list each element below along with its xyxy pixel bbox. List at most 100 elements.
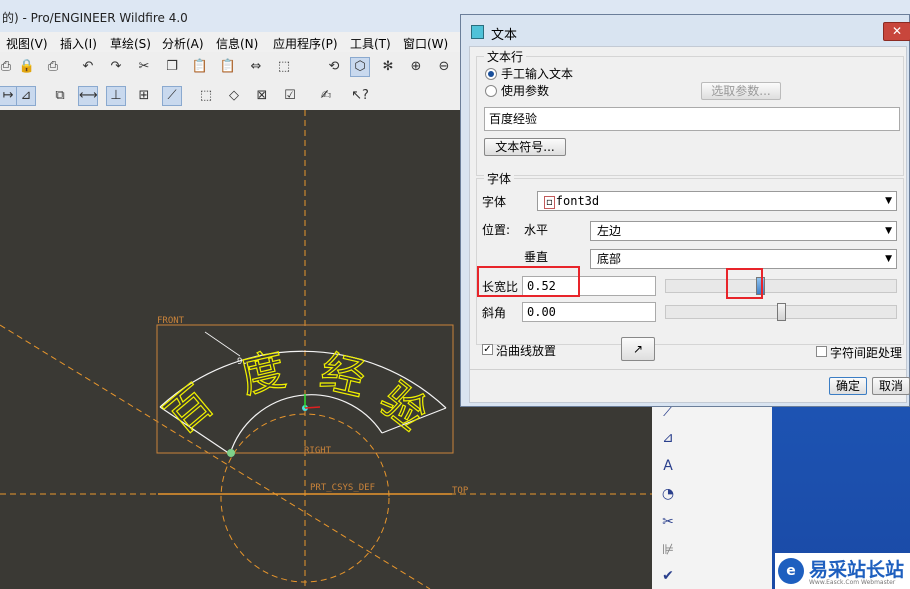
- cut-icon[interactable]: ✂: [134, 57, 154, 77]
- sketch-char-1: 百: [156, 376, 222, 443]
- text-symbol-button[interactable]: 文本符号...: [484, 138, 566, 156]
- horizontal-value: 左边: [597, 224, 622, 238]
- chevron-down-icon: ▼: [885, 254, 892, 264]
- button-divider: [470, 369, 906, 370]
- cancel-button[interactable]: 取消: [872, 377, 910, 395]
- char-spacing-label: 字符间距处理: [830, 346, 903, 360]
- menu-applications[interactable]: 应用程序(P): [273, 35, 338, 52]
- display-grid-icon[interactable]: ⧉: [50, 86, 70, 106]
- datum-display-icon[interactable]: ⬡: [350, 57, 370, 77]
- manual-label: 手工输入文本: [501, 67, 574, 81]
- zoom-out-icon[interactable]: ⊖: [434, 57, 454, 77]
- done-check-icon[interactable]: ✔: [657, 566, 679, 586]
- sketch-tool-column: ⟋ ⊿ A ◔ ✂ ⊯ ✔: [652, 400, 772, 589]
- dimension-line: [204, 331, 241, 357]
- text-line-group-label: 文本行: [484, 48, 527, 65]
- sketch-char-3: 经: [316, 346, 370, 406]
- chevron-down-icon: ▼: [885, 226, 892, 236]
- vertical-value: 底部: [597, 252, 622, 266]
- shade-closed-icon[interactable]: ◇: [224, 86, 244, 106]
- menu-analysis[interactable]: 分析(A): [162, 35, 204, 52]
- position-label: 位置:: [482, 223, 511, 237]
- right-label: RIGHT: [304, 446, 332, 456]
- font-group-label: 字体: [484, 170, 515, 187]
- help-pointer-icon[interactable]: ↖?: [350, 86, 370, 106]
- front-label: FRONT: [157, 316, 185, 326]
- char-spacing-checkbox[interactable]: [816, 346, 827, 357]
- mirror-tool-icon[interactable]: ⊯: [657, 540, 679, 560]
- text-input[interactable]: 百度经验: [484, 107, 900, 131]
- vertical-select[interactable]: 底部 ▼: [590, 249, 897, 269]
- text-icon[interactable]: A: [657, 456, 679, 476]
- app-title: 的) - Pro/ENGINEER Wildfire 4.0: [2, 11, 188, 25]
- font-label: 字体: [482, 195, 507, 209]
- menu-info[interactable]: 信息(N): [216, 35, 258, 52]
- flip-arrow-icon: ↗: [632, 342, 644, 356]
- vertex-icon[interactable]: ⊥: [106, 86, 126, 106]
- csys-x-axis: [304, 406, 321, 409]
- zoom-in-icon[interactable]: ⊕: [406, 57, 426, 77]
- menu-tools[interactable]: 工具(T): [350, 35, 391, 52]
- highlight-open-icon[interactable]: ⬚: [196, 86, 216, 106]
- font-select[interactable]: ▫ font3d ▼: [537, 191, 897, 211]
- overlap-icon[interactable]: ⊠: [252, 86, 272, 106]
- horizontal-label: 水平: [524, 223, 549, 237]
- print-icon[interactable]: ⎙: [0, 57, 16, 77]
- menu-view[interactable]: 视图(V): [6, 35, 48, 52]
- site-logo-icon: e: [778, 558, 804, 584]
- aspect-highlight-box: [477, 266, 580, 297]
- lock-icon[interactable]: 🔒: [17, 57, 37, 77]
- slant-slider-thumb[interactable]: [776, 303, 786, 321]
- modify-icon[interactable]: ◔: [657, 484, 679, 504]
- slant-label: 斜角: [482, 306, 507, 320]
- text-offset-icon[interactable]: ⊿: [657, 428, 679, 448]
- along-curve-checkbox[interactable]: ✓: [482, 344, 493, 355]
- dialog-body: 文本行 手工输入文本 使用参数 选取参数... 百度经验 文本符号... 字体 …: [469, 46, 910, 403]
- along-curve-label: 沿曲线放置: [496, 344, 557, 358]
- mirror-icon[interactable]: ⇔: [246, 57, 266, 77]
- ok-button[interactable]: 确定: [829, 377, 867, 395]
- aspect-slider[interactable]: [665, 279, 897, 293]
- start-point: [227, 449, 235, 457]
- trim-icon[interactable]: ✂: [657, 512, 679, 532]
- param-radio[interactable]: [485, 85, 497, 97]
- site-watermark: e 易采站长站 Www.Easck.Com Webmaster: [775, 553, 910, 589]
- undo-icon[interactable]: ↶: [78, 57, 98, 77]
- menu-insert[interactable]: 插入(I): [60, 35, 97, 52]
- spin-center-icon[interactable]: ✻: [378, 57, 398, 77]
- param-label: 使用参数: [501, 84, 550, 98]
- regenerate-icon[interactable]: ⟲: [324, 57, 344, 77]
- select-param-button[interactable]: 选取参数...: [701, 82, 781, 100]
- vertical-label: 垂直: [524, 250, 549, 264]
- font-value: font3d: [555, 194, 600, 208]
- dialog-app-icon: [471, 25, 484, 39]
- text-dialog: 文本 ✕ 文本行 手工输入文本 使用参数 选取参数... 百度经验 文本符号..…: [460, 14, 910, 407]
- dialog-title: 文本: [491, 28, 518, 43]
- csys-label: PRT_CSYS_DEF: [310, 483, 375, 493]
- menu-sketch[interactable]: 草绘(S): [110, 35, 151, 52]
- top-label: TOP: [452, 486, 469, 496]
- thumb-highlight-box: [726, 268, 763, 299]
- horizontal-select[interactable]: 左边 ▼: [590, 221, 897, 241]
- flip-direction-button[interactable]: ↗: [621, 337, 655, 361]
- menu-window[interactable]: 窗口(W): [403, 35, 448, 52]
- sketch-char-2: 度: [236, 344, 290, 404]
- feature-req-icon[interactable]: ☑: [280, 86, 300, 106]
- font-file-icon: ▫: [544, 196, 555, 209]
- redo-icon[interactable]: ↷: [106, 57, 126, 77]
- display-constraint-icon[interactable]: ⊿: [16, 86, 36, 106]
- select-box-icon[interactable]: ⬚: [274, 57, 294, 77]
- construction-circle: [220, 413, 390, 583]
- copy-icon[interactable]: ❐: [162, 57, 182, 77]
- sketch-orient-icon[interactable]: ⟋: [162, 86, 182, 106]
- paste-icon[interactable]: 📋: [190, 57, 210, 77]
- relations-icon[interactable]: ✍: [316, 86, 336, 106]
- chevron-down-icon: ▼: [885, 196, 892, 206]
- paste-special-icon[interactable]: 📋: [218, 57, 238, 77]
- dimension-icon[interactable]: ⟷: [78, 86, 98, 106]
- close-icon[interactable]: ✕: [883, 22, 910, 41]
- slant-input[interactable]: 0.00: [522, 302, 656, 322]
- manual-radio[interactable]: [485, 68, 497, 80]
- printer-icon[interactable]: ⎙: [43, 57, 63, 77]
- sketch-view-icon[interactable]: ⊞: [134, 86, 154, 106]
